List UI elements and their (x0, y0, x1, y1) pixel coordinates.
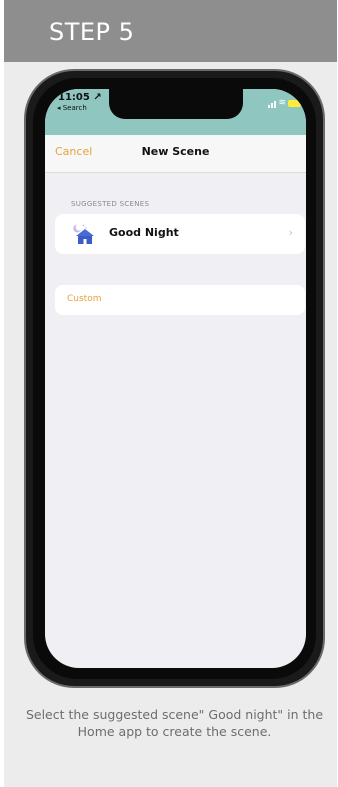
phone-frame: 11:05 ↗ ◂ Search ≋ Cancel New Scene SUGG… (24, 69, 325, 688)
good-night-scene-row[interactable]: Good Night › (55, 214, 305, 254)
status-time: 11:05 ↗ (58, 92, 102, 103)
page-title: New Scene (141, 145, 210, 158)
back-to-search-link[interactable]: ◂ Search (57, 104, 87, 112)
status-bar: 11:05 ↗ ◂ Search ≋ (45, 89, 306, 135)
step-title: STEP 5 (49, 18, 135, 46)
battery-icon (288, 100, 301, 107)
chevron-right-icon: › (288, 226, 293, 239)
wifi-icon: ≋ (278, 98, 286, 108)
step-card: STEP 5 11:05 ↗ ◂ Search ≋ Cancel New Sce… (4, 0, 337, 787)
step-caption: Select the suggested scene" Good night" … (25, 707, 324, 739)
custom-scene-row[interactable]: Custom (55, 285, 305, 315)
nav-bar: Cancel New Scene (45, 135, 306, 173)
notch (109, 89, 243, 119)
signal-icon (268, 101, 276, 108)
suggested-scenes-header: SUGGESTED SCENES (71, 200, 150, 208)
step-header: STEP 5 (4, 0, 337, 62)
good-night-label: Good Night (109, 226, 179, 239)
custom-label: Custom (67, 294, 102, 304)
moon-house-icon (73, 224, 94, 244)
phone-screen: 11:05 ↗ ◂ Search ≋ Cancel New Scene SUGG… (45, 89, 306, 668)
